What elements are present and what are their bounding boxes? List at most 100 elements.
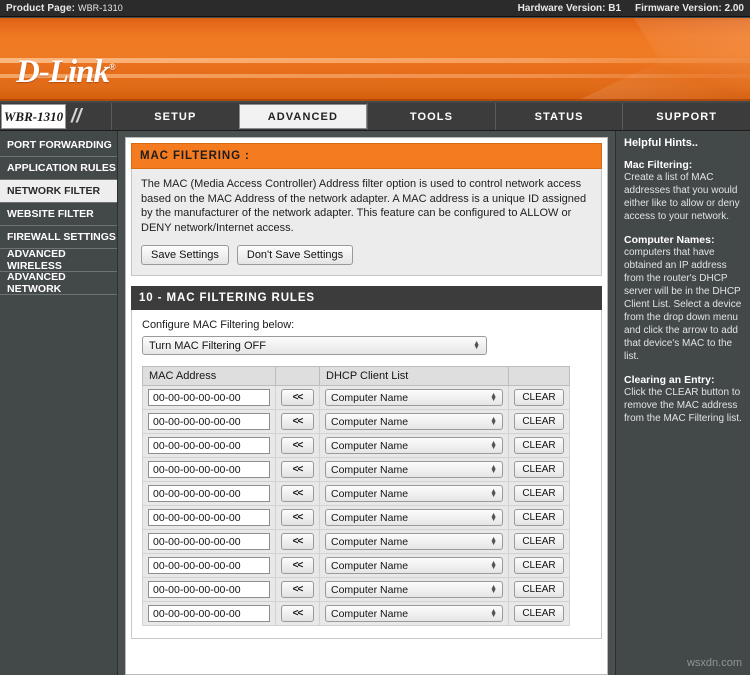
page-body: PORT FORWARDING APPLICATION RULES NETWOR… bbox=[0, 131, 750, 675]
clear-row-button[interactable]: CLEAR bbox=[514, 389, 564, 406]
cell-add-arrow: << bbox=[275, 577, 320, 602]
add-mac-arrow-button[interactable]: << bbox=[281, 509, 314, 526]
add-mac-arrow-button[interactable]: << bbox=[281, 557, 314, 574]
hint-clearing-entry: Clearing an Entry: Click the CLEAR butto… bbox=[624, 374, 742, 425]
dhcp-client-select[interactable]: Computer Name ▲ ▼ bbox=[325, 509, 503, 526]
mac-address-input[interactable]: 00-00-00-00-00-00 bbox=[148, 461, 270, 478]
chevron-updown-icon: ▲ ▼ bbox=[490, 415, 497, 427]
cell-clear: CLEAR bbox=[508, 553, 570, 578]
clear-row-button[interactable]: CLEAR bbox=[514, 437, 564, 454]
table-row: 00-00-00-00-00-00 << Computer Name ▲ ▼ CLEAR bbox=[142, 457, 570, 482]
hint-computer-names: Computer Names: computers that have obta… bbox=[624, 234, 742, 363]
dhcp-client-select[interactable]: Computer Name ▲ ▼ bbox=[325, 413, 503, 430]
mac-address-input[interactable]: 00-00-00-00-00-00 bbox=[148, 389, 270, 406]
tab-setup[interactable]: SETUP bbox=[111, 103, 239, 130]
cell-mac-address: 00-00-00-00-00-00 bbox=[142, 457, 276, 482]
table-row: 00-00-00-00-00-00 << Computer Name ▲ ▼ CLEAR bbox=[142, 553, 570, 578]
tab-support[interactable]: SUPPORT bbox=[622, 103, 750, 130]
settings-button-row: Save Settings Don't Save Settings bbox=[141, 245, 592, 265]
sidebar-item-advanced-network[interactable]: ADVANCED NETWORK bbox=[0, 271, 117, 295]
table-body: 00-00-00-00-00-00 << Computer Name ▲ ▼ CLEAR 0… bbox=[142, 385, 570, 626]
add-mac-arrow-button[interactable]: << bbox=[281, 533, 314, 550]
mac-address-input[interactable]: 00-00-00-00-00-00 bbox=[148, 509, 270, 526]
add-mac-arrow-button[interactable]: << bbox=[281, 461, 314, 478]
save-settings-button[interactable]: Save Settings bbox=[141, 245, 229, 265]
sidebar-item-website-filter[interactable]: WEBSITE FILTER bbox=[0, 203, 117, 226]
cell-mac-address: 00-00-00-00-00-00 bbox=[142, 529, 276, 554]
col-clear bbox=[508, 366, 570, 386]
mac-address-input[interactable]: 00-00-00-00-00-00 bbox=[148, 581, 270, 598]
col-dhcp-client-list: DHCP Client List bbox=[319, 366, 509, 386]
cell-dhcp-client: Computer Name ▲ ▼ bbox=[319, 457, 509, 482]
sidebar-item-advanced-wireless[interactable]: ADVANCED WIRELESS bbox=[0, 248, 117, 272]
tab-advanced[interactable]: ADVANCED bbox=[238, 104, 368, 129]
tab-status[interactable]: STATUS bbox=[494, 103, 623, 130]
clear-row-button[interactable]: CLEAR bbox=[514, 605, 564, 622]
dhcp-client-select[interactable]: Computer Name ▲ ▼ bbox=[325, 437, 503, 454]
dlink-logo: D-Link® bbox=[16, 54, 116, 91]
content-column: MAC FILTERING : The MAC (Media Access Co… bbox=[118, 131, 615, 675]
dont-save-settings-button[interactable]: Don't Save Settings bbox=[236, 245, 354, 265]
add-mac-arrow-button[interactable]: << bbox=[281, 605, 314, 622]
sidebar-item-network-filter[interactable]: NETWORK FILTER bbox=[0, 180, 117, 203]
cell-mac-address: 00-00-00-00-00-00 bbox=[142, 409, 276, 434]
dhcp-client-select[interactable]: Computer Name ▲ ▼ bbox=[325, 461, 503, 478]
table-head: MAC Address DHCP Client List bbox=[142, 366, 570, 386]
dhcp-client-select[interactable]: Computer Name ▲ ▼ bbox=[325, 581, 503, 598]
dhcp-client-value: Computer Name bbox=[331, 511, 409, 524]
add-mac-arrow-button[interactable]: << bbox=[281, 389, 314, 406]
clear-row-button[interactable]: CLEAR bbox=[514, 509, 564, 526]
cell-mac-address: 00-00-00-00-00-00 bbox=[142, 553, 276, 578]
mac-address-input[interactable]: 00-00-00-00-00-00 bbox=[148, 485, 270, 502]
product-page-label: Product Page: WBR-1310 bbox=[6, 3, 123, 14]
hint-computer-names-text: computers that have obtained an IP addre… bbox=[624, 247, 742, 362]
tab-tools[interactable]: TOOLS bbox=[367, 103, 495, 130]
sidebar-item-port-forwarding[interactable]: PORT FORWARDING bbox=[0, 134, 117, 157]
clear-row-button[interactable]: CLEAR bbox=[514, 533, 564, 550]
dhcp-client-value: Computer Name bbox=[331, 607, 409, 620]
hints-title: Helpful Hints.. bbox=[624, 137, 698, 149]
add-mac-arrow-button[interactable]: << bbox=[281, 581, 314, 598]
sidebar-item-application-rules[interactable]: APPLICATION RULES bbox=[0, 157, 117, 180]
dhcp-client-select[interactable]: Computer Name ▲ ▼ bbox=[325, 485, 503, 502]
cell-dhcp-client: Computer Name ▲ ▼ bbox=[319, 553, 509, 578]
table-row: 00-00-00-00-00-00 << Computer Name ▲ ▼ CLEAR bbox=[142, 601, 570, 626]
dhcp-client-select[interactable]: Computer Name ▲ ▼ bbox=[325, 389, 503, 406]
clear-row-button[interactable]: CLEAR bbox=[514, 581, 564, 598]
cell-clear: CLEAR bbox=[508, 433, 570, 458]
chevron-updown-icon: ▲ ▼ bbox=[490, 463, 497, 475]
chevron-updown-icon: ▲ ▼ bbox=[490, 391, 497, 403]
cell-add-arrow: << bbox=[275, 601, 320, 626]
dhcp-client-select[interactable]: Computer Name ▲ ▼ bbox=[325, 605, 503, 622]
cell-clear: CLEAR bbox=[508, 457, 570, 482]
clear-row-button[interactable]: CLEAR bbox=[514, 485, 564, 502]
cell-dhcp-client: Computer Name ▲ ▼ bbox=[319, 505, 509, 530]
clear-row-button[interactable]: CLEAR bbox=[514, 413, 564, 430]
table-row: 00-00-00-00-00-00 << Computer Name ▲ ▼ CLEAR bbox=[142, 385, 570, 410]
main-navigation: WBR-1310 // SETUP ADVANCED TOOLS STATUS … bbox=[0, 103, 750, 131]
hint-mac-filtering: Mac Filtering: Create a list of MAC addr… bbox=[624, 159, 742, 223]
dhcp-client-select[interactable]: Computer Name ▲ ▼ bbox=[325, 533, 503, 550]
add-mac-arrow-button[interactable]: << bbox=[281, 413, 314, 430]
mac-address-input[interactable]: 00-00-00-00-00-00 bbox=[148, 413, 270, 430]
table-row: 00-00-00-00-00-00 << Computer Name ▲ ▼ CLEAR bbox=[142, 577, 570, 602]
sidebar-item-firewall-settings[interactable]: FIREWALL SETTINGS bbox=[0, 226, 117, 249]
mac-filtering-mode-value: Turn MAC Filtering OFF bbox=[149, 339, 266, 352]
mac-filtering-mode-select[interactable]: Turn MAC Filtering OFF ▲ ▼ bbox=[142, 336, 487, 355]
product-model-text: WBR-1310 bbox=[77, 2, 123, 13]
add-mac-arrow-button[interactable]: << bbox=[281, 485, 314, 502]
mac-address-input[interactable]: 00-00-00-00-00-00 bbox=[148, 605, 270, 622]
dhcp-client-select[interactable]: Computer Name ▲ ▼ bbox=[325, 557, 503, 574]
clear-row-button[interactable]: CLEAR bbox=[514, 461, 564, 478]
add-mac-arrow-button[interactable]: << bbox=[281, 437, 314, 454]
chevron-updown-icon: ▲ ▼ bbox=[490, 535, 497, 547]
mac-filtering-intro: The MAC (Media Access Controller) Addres… bbox=[131, 169, 602, 276]
mac-address-input[interactable]: 00-00-00-00-00-00 bbox=[148, 437, 270, 454]
hint-clearing-entry-heading: Clearing an Entry: bbox=[624, 374, 715, 386]
clear-row-button[interactable]: CLEAR bbox=[514, 557, 564, 574]
cell-clear: CLEAR bbox=[508, 409, 570, 434]
mac-address-input[interactable]: 00-00-00-00-00-00 bbox=[148, 557, 270, 574]
mac-address-input[interactable]: 00-00-00-00-00-00 bbox=[148, 533, 270, 550]
cell-add-arrow: << bbox=[275, 433, 320, 458]
cell-dhcp-client: Computer Name ▲ ▼ bbox=[319, 481, 509, 506]
